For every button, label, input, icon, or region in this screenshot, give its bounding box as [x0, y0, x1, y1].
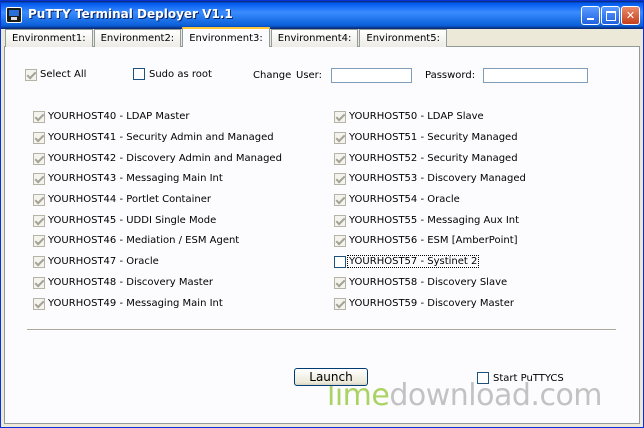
host55-label: YOURHOST55 - Messaging Aux Int	[349, 215, 520, 226]
separator	[27, 329, 616, 331]
host48-checkbox[interactable]	[33, 277, 45, 289]
host49-checkbox[interactable]	[33, 298, 45, 310]
host43-label: YOURHOST43 - Messaging Main Int	[48, 173, 223, 184]
host42-checkbox[interactable]	[33, 153, 45, 165]
tab-environment2[interactable]: Environment2:	[93, 29, 182, 47]
password-label: Password:	[425, 70, 476, 81]
start-puttycs-checkbox[interactable]	[477, 372, 489, 384]
host50-checkbox[interactable]	[334, 111, 346, 123]
host49-label: YOURHOST49 - Messaging Main Int	[48, 298, 223, 309]
host53-checkbox[interactable]	[334, 173, 346, 185]
change-label: Change	[253, 70, 292, 81]
host40-checkbox[interactable]	[33, 111, 45, 123]
password-input[interactable]	[483, 68, 588, 83]
host56-label: YOURHOST56 - ESM [AmberPoint]	[349, 235, 518, 246]
host59-label: YOURHOST59 - Discovery Master	[349, 298, 514, 309]
host52-label: YOURHOST52 - Security Managed	[349, 153, 518, 164]
host58-label: YOURHOST58 - Discovery Slave	[349, 277, 508, 288]
host57-checkbox[interactable]	[334, 256, 346, 268]
launch-button[interactable]: Launch	[294, 368, 368, 386]
minimize-button[interactable]	[581, 6, 600, 25]
user-label: User:	[296, 70, 322, 81]
host40-label: YOURHOST40 - LDAP Master	[48, 111, 190, 122]
host53-label: YOURHOST53 - Discovery Managed	[349, 173, 526, 184]
host51-checkbox[interactable]	[334, 132, 346, 144]
host52-checkbox[interactable]	[334, 153, 346, 165]
select-all-checkbox[interactable]	[25, 69, 37, 81]
host47-checkbox[interactable]	[33, 256, 45, 268]
user-input[interactable]	[331, 68, 412, 83]
host41-label: YOURHOST41 - Security Admin and Managed	[48, 132, 274, 143]
host44-label: YOURHOST44 - Portlet Container	[48, 194, 211, 205]
tab-environment1[interactable]: Environment1:	[5, 29, 93, 47]
host45-label: YOURHOST45 - UDDI Single Mode	[48, 215, 217, 226]
sudo-root-label: Sudo as root	[149, 69, 212, 80]
host59-checkbox[interactable]	[334, 298, 346, 310]
host46-checkbox[interactable]	[33, 235, 45, 247]
sudo-root-checkbox[interactable]	[133, 68, 145, 80]
host51-label: YOURHOST51 - Security Managed	[349, 132, 518, 143]
host54-checkbox[interactable]	[334, 194, 346, 206]
app-window: PuTTY Terminal Deployer V1.1 Environment…	[0, 0, 644, 428]
host58-checkbox[interactable]	[334, 277, 346, 289]
host54-label: YOURHOST54 - Oracle	[349, 194, 460, 205]
start-puttycs-label: Start PuTTYCS	[493, 373, 564, 384]
host56-checkbox[interactable]	[334, 235, 346, 247]
tab-environment4[interactable]: Environment4:	[270, 29, 359, 47]
host55-checkbox[interactable]	[334, 215, 346, 227]
host47-label: YOURHOST47 - Oracle	[48, 256, 159, 267]
window-title: PuTTY Terminal Deployer V1.1	[28, 7, 233, 21]
host57-label: YOURHOST57 - Systinet 2	[346, 255, 480, 268]
title-bar[interactable]: PuTTY Terminal Deployer V1.1	[1, 1, 643, 29]
host46-label: YOURHOST46 - Mediation / ESM Agent	[48, 235, 240, 246]
close-button[interactable]	[621, 6, 640, 25]
putty-app-icon[interactable]	[6, 7, 22, 23]
select-all-label: Select All	[40, 69, 87, 80]
host43-checkbox[interactable]	[33, 173, 45, 185]
host42-label: YOURHOST42 - Discovery Admin and Managed	[48, 153, 282, 164]
host50-label: YOURHOST50 - LDAP Slave	[349, 111, 484, 122]
environment-tabs: Environment1: Environment2: Environment3…	[5, 27, 448, 47]
host45-checkbox[interactable]	[33, 215, 45, 227]
host48-label: YOURHOST48 - Discovery Master	[48, 277, 213, 288]
tab-environment5[interactable]: Environment5:	[359, 29, 447, 47]
maximize-button[interactable]	[601, 6, 620, 25]
host41-checkbox[interactable]	[33, 132, 45, 144]
tab-environment3[interactable]: Environment3:	[182, 27, 270, 47]
host44-checkbox[interactable]	[33, 194, 45, 206]
